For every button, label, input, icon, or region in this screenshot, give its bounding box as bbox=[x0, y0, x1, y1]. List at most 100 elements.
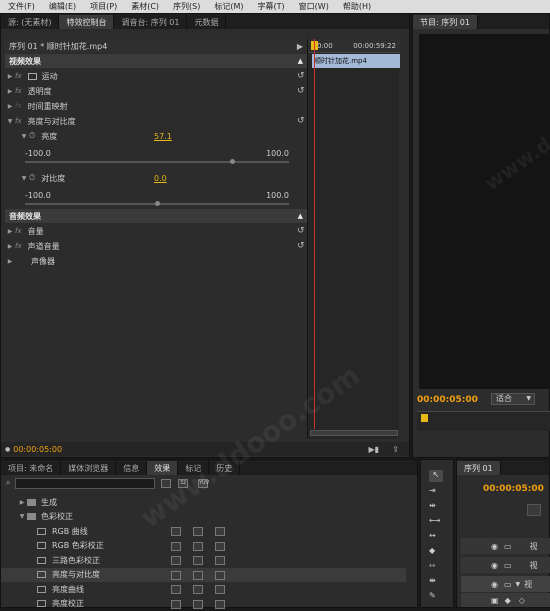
menu-file[interactable]: 文件(F) bbox=[0, 1, 41, 12]
reset-icon[interactable]: ↺ bbox=[297, 241, 307, 251]
fx-badge-icon[interactable]: fx bbox=[15, 227, 22, 235]
expand-triangle-icon[interactable]: ▶ bbox=[5, 258, 15, 265]
search-input[interactable] bbox=[15, 478, 155, 489]
effect-list-item[interactable]: 三路色彩校正 bbox=[1, 553, 406, 568]
eye-icon[interactable]: ◉ bbox=[491, 580, 498, 589]
export-icon[interactable]: ⇪ bbox=[392, 445, 399, 454]
fx-badge-icon[interactable]: fx bbox=[15, 242, 22, 250]
lock-icon[interactable]: ▭ bbox=[504, 561, 512, 570]
track-keyframe-row[interactable]: ▣ ◆ ◇ bbox=[461, 593, 550, 607]
track-row[interactable]: ◉ ▭ ▼ 视 bbox=[461, 576, 550, 592]
tab-project[interactable]: 项目: 未命名 bbox=[1, 461, 61, 475]
effect-row-time-remap[interactable]: ▶ fx 时间重映射 bbox=[5, 99, 307, 113]
keyframe-add-icon[interactable]: ◇ bbox=[519, 596, 525, 605]
timeline-timecode[interactable]: 00:00:05:00 bbox=[483, 484, 544, 494]
play-arrow-icon[interactable]: ▶ bbox=[297, 42, 303, 51]
fx-badge-icon[interactable]: fx bbox=[15, 117, 22, 125]
menu-clip[interactable]: 素材(C) bbox=[123, 1, 165, 12]
video-effects-header[interactable]: 视频效果 ▲ bbox=[5, 54, 307, 68]
contrast-value[interactable]: 0.0 bbox=[154, 174, 167, 183]
tab-media-browser[interactable]: 媒体浏览器 bbox=[61, 461, 116, 475]
stopwatch-icon[interactable]: ⏱ bbox=[29, 131, 35, 141]
effect-row-brightness-contrast[interactable]: ▼ fx 亮度与对比度 ↺ bbox=[5, 114, 307, 128]
playhead-marker-icon[interactable] bbox=[421, 414, 428, 422]
fit-dropdown[interactable]: 适合 ▼ bbox=[491, 393, 535, 405]
expand-triangle-icon[interactable]: ▶ bbox=[5, 228, 15, 235]
collapse-icon[interactable]: ▲ bbox=[298, 212, 303, 220]
rate-stretch-tool-icon[interactable]: ↔ bbox=[429, 531, 436, 540]
pen-tool-icon[interactable]: ✎ bbox=[429, 591, 436, 600]
expand-triangle-icon[interactable]: ▼ bbox=[17, 513, 27, 520]
effect-list-item[interactable]: 亮度与对比度 bbox=[1, 568, 406, 583]
track-select-tool-icon[interactable]: ⇥ bbox=[429, 486, 436, 495]
effect-list-item[interactable]: 亮度校正 bbox=[1, 597, 406, 611]
tab-effect-controls[interactable]: 特效控制台 bbox=[59, 15, 114, 29]
lock-icon[interactable]: ▭ bbox=[504, 580, 512, 589]
effect-row-motion[interactable]: ▶ fx 运动 ↺ bbox=[5, 69, 307, 83]
collapse-triangle-icon[interactable]: ▼ bbox=[19, 175, 29, 182]
snap-icon[interactable] bbox=[527, 504, 541, 516]
current-timecode[interactable]: 00:00:05:00 bbox=[13, 445, 62, 454]
expand-triangle-icon[interactable]: ▶ bbox=[5, 88, 15, 95]
effect-row-channel-volume[interactable]: ▶ fx 声道音量 ↺ bbox=[5, 239, 307, 253]
fx-badge-icon[interactable]: fx bbox=[15, 87, 22, 95]
effects-folder-row[interactable]: ▼色彩校正 bbox=[1, 510, 406, 525]
menu-window[interactable]: 窗口(W) bbox=[291, 1, 335, 12]
menu-edit[interactable]: 编辑(E) bbox=[41, 1, 82, 12]
keyframe-icon[interactable]: ▣ bbox=[491, 596, 499, 605]
tab-metadata[interactable]: 元数据 bbox=[187, 15, 226, 29]
stopwatch-icon[interactable]: ⏱ bbox=[29, 173, 35, 183]
clip-bar[interactable]: 顺时针加花.mp4 bbox=[312, 54, 400, 68]
contrast-slider-knob[interactable] bbox=[155, 201, 160, 206]
menu-help[interactable]: 帮助(H) bbox=[335, 1, 377, 12]
tab-source[interactable]: 源: (无素材) bbox=[1, 15, 59, 29]
slip-tool-icon[interactable]: ⇿ bbox=[429, 561, 436, 570]
expand-triangle-icon[interactable]: ▼ bbox=[516, 581, 521, 588]
brightness-slider-knob[interactable] bbox=[230, 159, 235, 164]
fx-badge-icon[interactable]: fx bbox=[15, 72, 22, 80]
program-ruler[interactable] bbox=[417, 411, 550, 431]
reset-icon[interactable]: ↺ bbox=[297, 226, 307, 236]
reset-icon[interactable]: ↺ bbox=[297, 86, 307, 96]
lock-icon[interactable]: ▭ bbox=[504, 542, 512, 551]
effect-list-item[interactable]: RGB 曲线 bbox=[1, 524, 406, 539]
collapse-triangle-icon[interactable]: ▼ bbox=[5, 118, 15, 125]
program-timecode[interactable]: 00:00:05:00 bbox=[417, 395, 478, 405]
effect-list-item[interactable]: 亮度曲线 bbox=[1, 582, 406, 597]
eye-icon[interactable]: ◉ bbox=[491, 561, 498, 570]
collapse-icon[interactable]: ▲ bbox=[298, 57, 303, 65]
collapse-triangle-icon[interactable]: ▼ bbox=[19, 133, 29, 140]
ripple-edit-tool-icon[interactable]: ⇹ bbox=[429, 501, 436, 510]
razor-tool-icon[interactable]: ◆ bbox=[429, 546, 435, 555]
tab-sequence[interactable]: 序列 01 bbox=[457, 461, 501, 475]
eye-icon[interactable]: ◉ bbox=[491, 542, 498, 551]
audio-effects-header[interactable]: 音频效果 ▲ bbox=[5, 209, 307, 223]
rolling-edit-tool-icon[interactable]: ⟷ bbox=[429, 516, 440, 525]
track-row[interactable]: ◉ ▭ 视 bbox=[461, 557, 550, 573]
selection-tool-icon[interactable]: ↖ bbox=[429, 470, 443, 482]
effect-row-volume[interactable]: ▶ fx 音量 ↺ bbox=[5, 224, 307, 238]
menu-project[interactable]: 项目(P) bbox=[82, 1, 123, 12]
tab-audio-mixer[interactable]: 调音台: 序列 01 bbox=[114, 15, 187, 29]
filter-icon[interactable]: ▶▮ bbox=[368, 445, 379, 454]
brightness-slider-track[interactable] bbox=[25, 161, 289, 163]
reset-icon[interactable]: ↺ bbox=[297, 116, 307, 126]
menu-title[interactable]: 字幕(T) bbox=[250, 1, 291, 12]
reset-icon[interactable]: ↺ bbox=[297, 71, 307, 81]
menu-marker[interactable]: 标记(M) bbox=[206, 1, 249, 12]
tab-program[interactable]: 节目: 序列 01 bbox=[413, 15, 478, 29]
menu-sequence[interactable]: 序列(S) bbox=[165, 1, 206, 12]
expand-triangle-icon[interactable]: ▶ bbox=[5, 73, 15, 80]
tab-effects[interactable]: 效果 bbox=[147, 461, 178, 475]
expand-triangle-icon[interactable]: ▶ bbox=[17, 499, 27, 506]
expand-triangle-icon[interactable]: ▶ bbox=[5, 103, 15, 110]
keyframe-nav-icon[interactable]: ◆ bbox=[505, 596, 511, 605]
effect-row-opacity[interactable]: ▶ fx 透明度 ↺ bbox=[5, 84, 307, 98]
effect-list-item[interactable]: RGB 色彩校正 bbox=[1, 539, 406, 554]
playhead-line[interactable] bbox=[314, 39, 315, 429]
effect-row-panner[interactable]: ▶ 声像器 bbox=[5, 254, 307, 268]
brightness-value[interactable]: 57.1 bbox=[154, 132, 172, 141]
track-row[interactable]: ◉ ▭ 视 bbox=[461, 538, 550, 554]
expand-triangle-icon[interactable]: ▶ bbox=[5, 243, 15, 250]
slide-tool-icon[interactable]: ⇼ bbox=[429, 576, 436, 585]
